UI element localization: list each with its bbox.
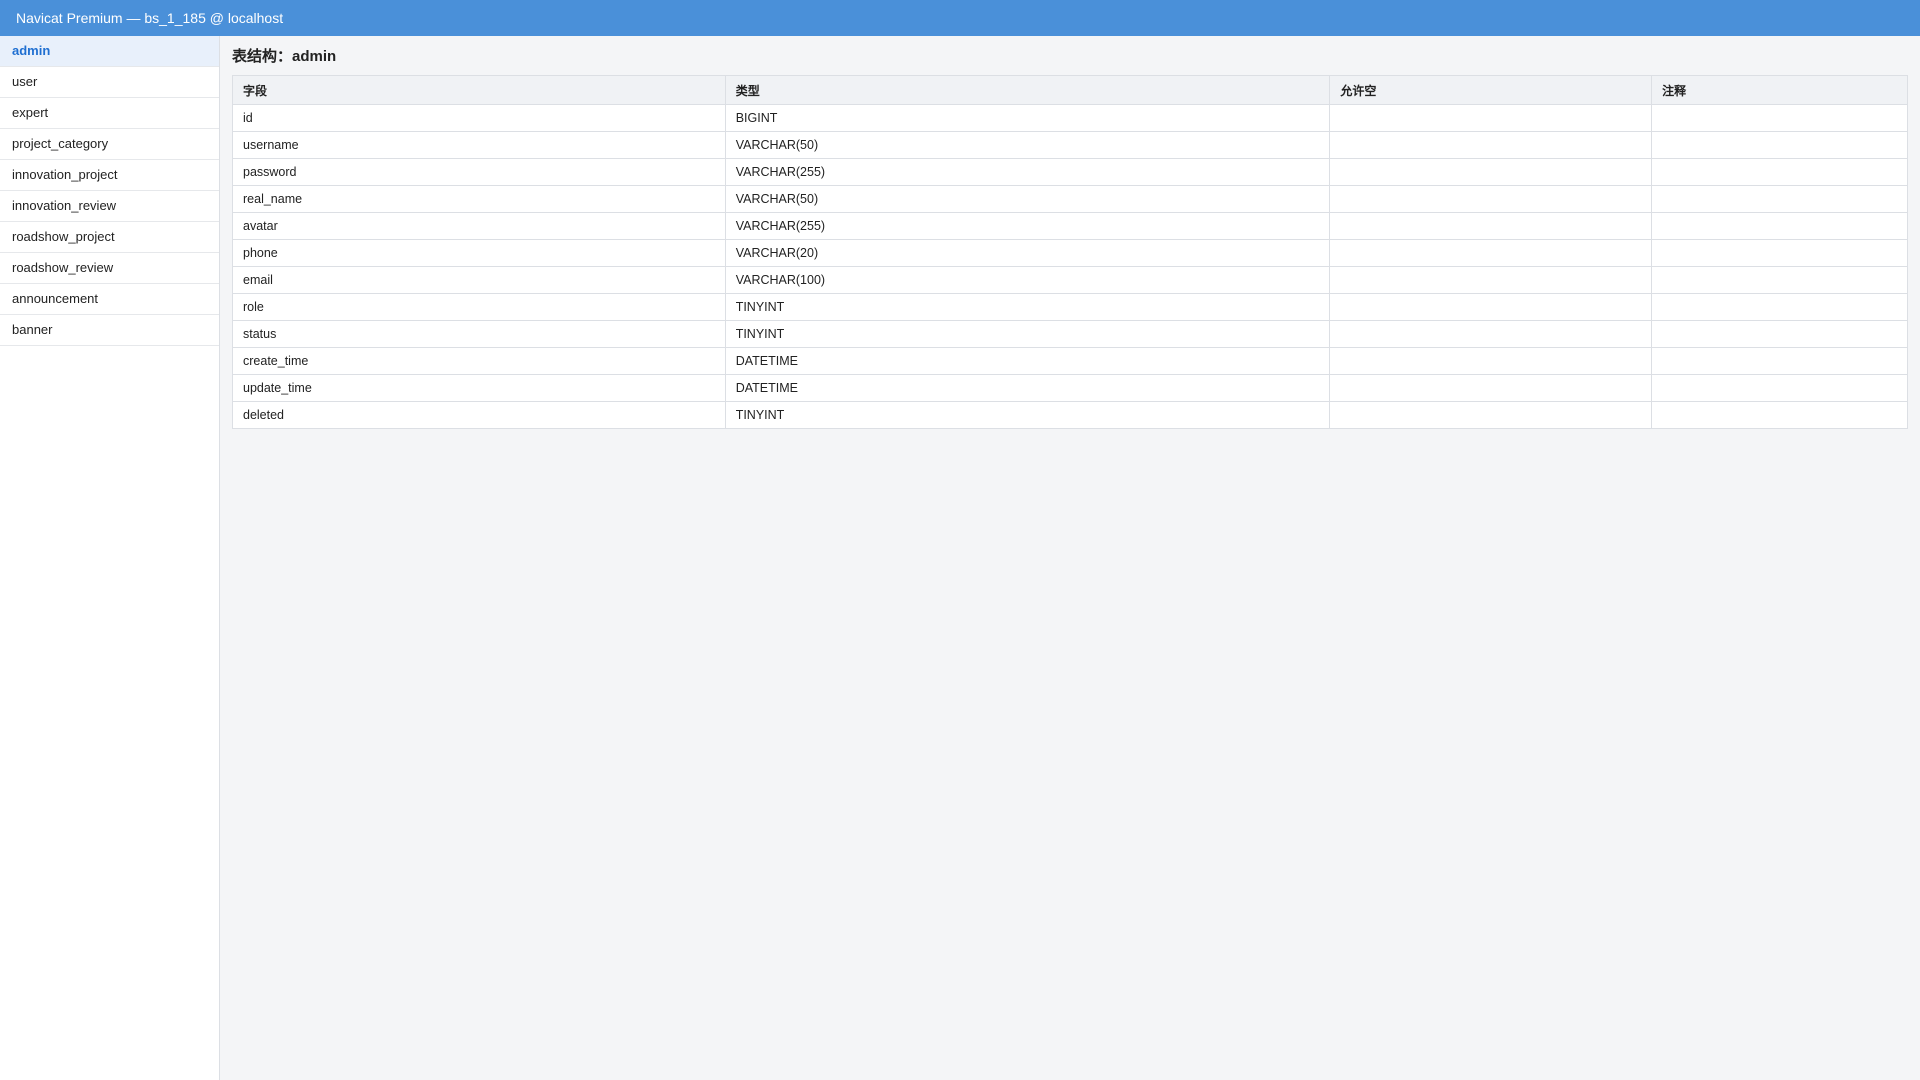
cell-field[interactable]: password	[232, 158, 726, 186]
cell-nullable[interactable]	[1329, 266, 1653, 294]
sidebar-item-expert[interactable]: expert	[0, 98, 219, 129]
cell-type[interactable]: BIGINT	[724, 104, 1331, 132]
main-panel: 表结构：admin 字段 类型 允许空 注释 id BIGINT usernam…	[220, 36, 1920, 1080]
cell-type[interactable]: VARCHAR(255)	[724, 158, 1331, 186]
cell-comment[interactable]	[1651, 104, 1908, 132]
table-row[interactable]: email VARCHAR(100)	[232, 266, 1908, 294]
cell-type[interactable]: DATETIME	[724, 347, 1331, 375]
table-row[interactable]: id BIGINT	[232, 104, 1908, 132]
structure-table: 字段 类型 允许空 注释 id BIGINT username VARCHAR(…	[232, 75, 1908, 429]
cell-field[interactable]: id	[232, 104, 726, 132]
app-body: admin user expert project_category innov…	[0, 36, 1920, 1080]
table-list-sidebar: admin user expert project_category innov…	[0, 36, 220, 1080]
sidebar-item-project-category[interactable]: project_category	[0, 129, 219, 160]
table-row[interactable]: real_name VARCHAR(50)	[232, 185, 1908, 213]
cell-type[interactable]: VARCHAR(100)	[724, 266, 1331, 294]
cell-type[interactable]: VARCHAR(50)	[724, 185, 1331, 213]
cell-field[interactable]: phone	[232, 239, 726, 267]
table-row[interactable]: phone VARCHAR(20)	[232, 239, 1908, 267]
cell-nullable[interactable]	[1329, 401, 1653, 429]
cell-nullable[interactable]	[1329, 320, 1653, 348]
cell-comment[interactable]	[1651, 185, 1908, 213]
cell-comment[interactable]	[1651, 239, 1908, 267]
column-header-nullable[interactable]: 允许空	[1329, 75, 1653, 105]
cell-nullable[interactable]	[1329, 104, 1653, 132]
cell-comment[interactable]	[1651, 131, 1908, 159]
cell-field[interactable]: deleted	[232, 401, 726, 429]
cell-field[interactable]: create_time	[232, 347, 726, 375]
table-row[interactable]: deleted TINYINT	[232, 401, 1908, 429]
cell-field[interactable]: username	[232, 131, 726, 159]
sidebar-item-innovation-project[interactable]: innovation_project	[0, 160, 219, 191]
cell-comment[interactable]	[1651, 212, 1908, 240]
cell-field[interactable]: update_time	[232, 374, 726, 402]
cell-field[interactable]: status	[232, 320, 726, 348]
cell-type[interactable]: VARCHAR(20)	[724, 239, 1331, 267]
column-header-comment[interactable]: 注释	[1651, 75, 1908, 105]
sidebar-item-banner[interactable]: banner	[0, 315, 219, 346]
table-row[interactable]: username VARCHAR(50)	[232, 131, 1908, 159]
cell-field[interactable]: email	[232, 266, 726, 294]
cell-comment[interactable]	[1651, 320, 1908, 348]
cell-comment[interactable]	[1651, 347, 1908, 375]
cell-field[interactable]: avatar	[232, 212, 726, 240]
cell-comment[interactable]	[1651, 401, 1908, 429]
cell-type[interactable]: TINYINT	[724, 401, 1331, 429]
window-title: Navicat Premium — bs_1_185 @ localhost	[16, 10, 284, 26]
cell-nullable[interactable]	[1329, 158, 1653, 186]
sidebar-item-announcement[interactable]: announcement	[0, 284, 219, 315]
sidebar-item-innovation-review[interactable]: innovation_review	[0, 191, 219, 222]
table-row[interactable]: create_time DATETIME	[232, 347, 1908, 375]
cell-nullable[interactable]	[1329, 293, 1653, 321]
cell-nullable[interactable]	[1329, 185, 1653, 213]
title-bar: Navicat Premium — bs_1_185 @ localhost	[0, 0, 1920, 36]
cell-nullable[interactable]	[1329, 347, 1653, 375]
table-row[interactable]: avatar VARCHAR(255)	[232, 212, 1908, 240]
cell-type[interactable]: VARCHAR(255)	[724, 212, 1331, 240]
column-header-type[interactable]: 类型	[724, 75, 1331, 105]
cell-nullable[interactable]	[1329, 374, 1653, 402]
cell-type[interactable]: VARCHAR(50)	[724, 131, 1331, 159]
cell-type[interactable]: TINYINT	[724, 320, 1331, 348]
sidebar-item-user[interactable]: user	[0, 67, 219, 98]
sidebar-item-admin[interactable]: admin	[0, 36, 219, 67]
cell-type[interactable]: DATETIME	[724, 374, 1331, 402]
cell-field[interactable]: real_name	[232, 185, 726, 213]
cell-comment[interactable]	[1651, 266, 1908, 294]
sidebar-item-roadshow-review[interactable]: roadshow_review	[0, 253, 219, 284]
sidebar-item-roadshow-project[interactable]: roadshow_project	[0, 222, 219, 253]
table-row[interactable]: role TINYINT	[232, 293, 1908, 321]
table-row[interactable]: password VARCHAR(255)	[232, 158, 1908, 186]
cell-nullable[interactable]	[1329, 212, 1653, 240]
cell-comment[interactable]	[1651, 374, 1908, 402]
cell-nullable[interactable]	[1329, 131, 1653, 159]
cell-comment[interactable]	[1651, 293, 1908, 321]
cell-nullable[interactable]	[1329, 239, 1653, 267]
table-header-row: 字段 类型 允许空 注释	[232, 75, 1908, 105]
cell-field[interactable]: role	[232, 293, 726, 321]
cell-type[interactable]: TINYINT	[724, 293, 1331, 321]
page-title: 表结构：admin	[232, 48, 337, 65]
column-header-field[interactable]: 字段	[232, 75, 726, 105]
table-row[interactable]: status TINYINT	[232, 320, 1908, 348]
cell-comment[interactable]	[1651, 158, 1908, 186]
table-row[interactable]: update_time DATETIME	[232, 374, 1908, 402]
